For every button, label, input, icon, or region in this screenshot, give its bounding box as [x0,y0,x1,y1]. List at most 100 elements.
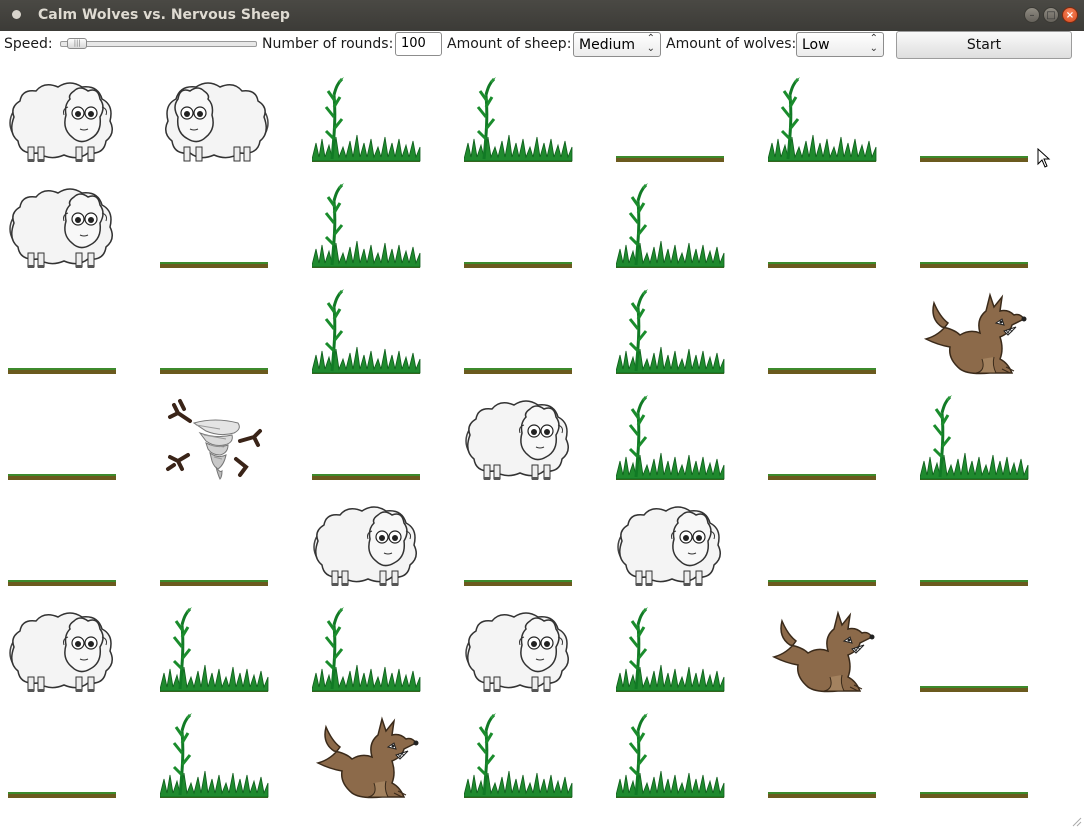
dirt-icon [160,262,268,268]
dirt-icon [8,474,116,480]
resize-grip-icon[interactable] [1070,815,1082,827]
tallgrass-icon [312,183,421,268]
cell-sheep [160,77,270,167]
cell-tallgrass [464,713,574,803]
cell-dirt [8,395,118,485]
cell-dirt [160,289,270,379]
cell-dirt [464,501,574,591]
cell-dirt [616,77,726,167]
tallgrass-icon [616,607,725,692]
cell-sheep [616,501,726,591]
dirt-icon [464,262,572,268]
cell-dirt [464,289,574,379]
controls-toolbar: Speed: ||| Number of rounds: 100 Amount … [0,31,1084,61]
sheep-icon [465,400,569,480]
wolf-icon [315,716,419,799]
cell-sheep [8,607,118,697]
cell-sheep [464,607,574,697]
window-titlebar: Calm Wolves vs. Nervous Sheep – □ × [0,0,1084,31]
tallgrass-icon [160,607,269,692]
cell-tallgrass [312,183,422,273]
dirt-icon [768,262,876,268]
cell-wolf [920,289,1030,379]
tallgrass-icon [920,395,1029,480]
cell-sheep [312,501,422,591]
window-title: Calm Wolves vs. Nervous Sheep [38,7,290,23]
cell-dirt [8,289,118,379]
tallgrass-icon [768,77,877,162]
tallgrass-icon [160,713,269,798]
wolf-icon [923,292,1027,375]
window-menu-icon[interactable] [12,10,21,19]
speed-label: Speed: [4,36,53,52]
rounds-input[interactable]: 100 [395,32,442,56]
speed-slider[interactable]: ||| [60,38,257,49]
sheep-icon [313,506,417,586]
wolves-amount-select[interactable]: Low ⌃ ⌄ [796,32,884,57]
cell-dirt [920,607,1030,697]
cell-tallgrass [312,77,422,167]
cell-dirt [8,501,118,591]
tallgrass-icon [616,183,725,268]
dirt-icon [920,156,1028,162]
dirt-icon [920,580,1028,586]
cell-sheep [8,183,118,273]
cell-dirt [768,501,878,591]
speed-slider-thumb[interactable]: ||| [67,38,88,49]
dirt-icon [464,368,572,374]
cell-dirt [768,395,878,485]
sheep-amount-select[interactable]: Medium ⌃ ⌄ [573,32,661,57]
dirt-icon [160,580,268,586]
cell-tallgrass [616,289,726,379]
dirt-icon [464,580,572,586]
cell-tallgrass [464,77,574,167]
cell-tallgrass [616,395,726,485]
cell-wolf [768,607,878,697]
spinner-arrows-icon: ⌃ ⌄ [869,33,878,54]
wolf-icon [771,610,875,693]
cell-dirt [920,713,1030,803]
cell-dirt [920,501,1030,591]
dirt-icon [8,792,116,798]
cell-tallgrass [160,607,270,697]
cell-tallgrass [768,77,878,167]
tallgrass-icon [616,395,725,480]
maximize-icon: □ [1046,10,1056,21]
cell-tallgrass [616,713,726,803]
close-button[interactable]: × [1062,7,1078,23]
sheep-icon [165,82,269,162]
cell-dirt [920,183,1030,273]
tallgrass-icon [616,713,725,798]
rounds-label: Number of rounds: [262,36,394,52]
cell-dirt [768,183,878,273]
cell-tallgrass [616,183,726,273]
sheep-icon [465,612,569,692]
maximize-button[interactable]: □ [1043,7,1059,23]
simulation-grid [0,61,1084,821]
dirt-icon [920,262,1028,268]
cell-tallgrass [920,395,1030,485]
dirt-icon [768,368,876,374]
close-icon: × [1065,10,1075,21]
tallgrass-icon [312,77,421,162]
cell-tallgrass [312,289,422,379]
start-button[interactable]: Start [896,31,1072,59]
cell-sheep [464,395,574,485]
sheep-amount-label: Amount of sheep: [447,36,572,52]
tallgrass-icon [616,289,725,374]
minimize-button[interactable]: – [1024,7,1040,23]
dirt-icon [920,792,1028,798]
cell-sheep [8,77,118,167]
cell-dirt [8,713,118,803]
speed-slider-track[interactable] [60,41,257,47]
tallgrass-icon [312,607,421,692]
dirt-icon [768,580,876,586]
dirt-icon [920,686,1028,692]
dirt-icon [768,474,876,480]
cell-tallgrass [312,607,422,697]
mouse-cursor-icon [1037,148,1051,168]
spinner-arrows-icon: ⌃ ⌄ [646,33,655,54]
dirt-icon [312,474,420,480]
cell-dirt [768,713,878,803]
wolves-amount-label: Amount of wolves: [666,36,797,52]
